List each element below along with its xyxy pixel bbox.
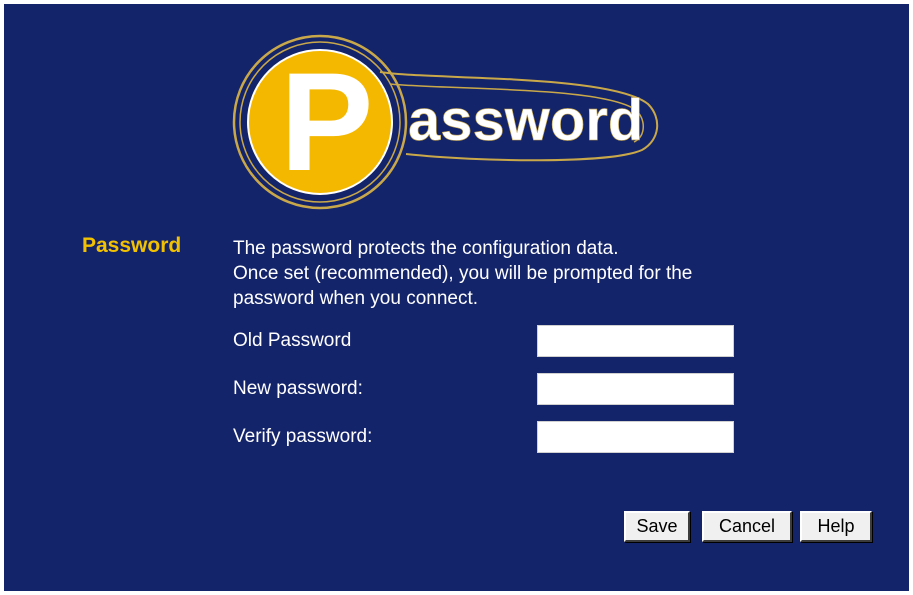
description-line: The password protects the configuration … bbox=[233, 238, 619, 259]
section-description: The password protects the configuration … bbox=[233, 236, 833, 311]
new-password-field[interactable] bbox=[537, 373, 734, 405]
old-password-field[interactable] bbox=[537, 325, 734, 357]
save-button[interactable]: Save bbox=[624, 511, 690, 542]
verify-password-label: Verify password: bbox=[233, 426, 373, 447]
section-title: Password bbox=[82, 234, 182, 257]
help-button[interactable]: Help bbox=[800, 511, 872, 542]
verify-password-field[interactable] bbox=[537, 421, 734, 453]
description-line: password when you connect. bbox=[233, 288, 479, 309]
old-password-label: Old Password bbox=[233, 330, 352, 351]
password-page: P assword Password The password protects… bbox=[4, 4, 909, 591]
cancel-button[interactable]: Cancel bbox=[702, 511, 792, 542]
new-password-label: New password: bbox=[233, 378, 363, 399]
logo-letter: P bbox=[280, 43, 373, 200]
description-line: Once set (recommended), you will be prom… bbox=[233, 263, 693, 284]
logo-word: assword bbox=[408, 88, 643, 153]
password-logo-icon: P assword bbox=[232, 34, 658, 210]
